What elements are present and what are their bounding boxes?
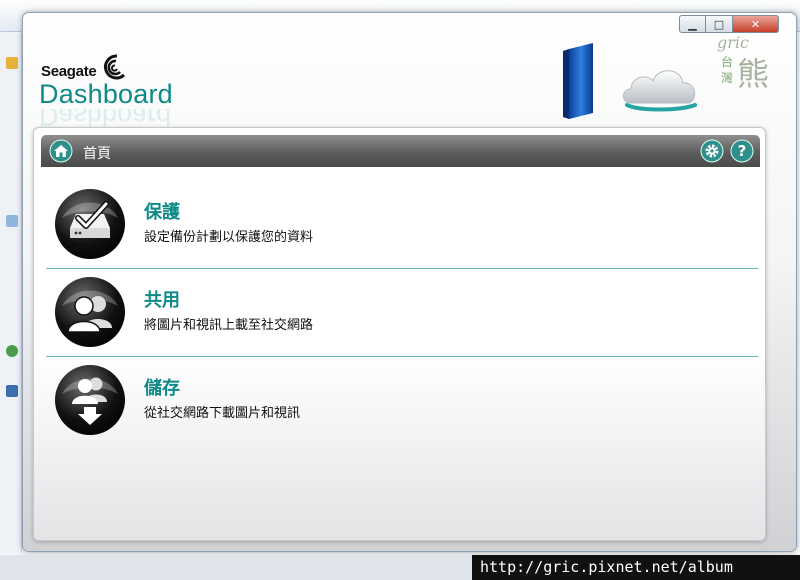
save-title[interactable]: 儲存 <box>144 374 180 400</box>
protect-title[interactable]: 保護 <box>144 198 180 224</box>
watermark-char-1: 台 <box>721 55 734 69</box>
panel-titlebar: 首頁 ? <box>41 135 760 167</box>
product-name: Dashboard <box>39 79 173 109</box>
minimize-button[interactable]: ▁ <box>679 15 706 33</box>
svg-text:?: ? <box>738 142 747 160</box>
save-description: 從社交網路下載圖片和視訊 <box>144 406 301 421</box>
share-title[interactable]: 共用 <box>144 286 180 312</box>
save-icon <box>55 365 125 435</box>
brand-name: Seagate <box>41 63 97 80</box>
background-nav-pane <box>0 33 22 553</box>
watermark-url: http://gric.pixnet.net/album <box>480 558 733 576</box>
watermark-char-3: 熊 <box>737 55 770 93</box>
folder-icon <box>6 215 18 227</box>
watermark-url-bar: http://gric.pixnet.net/album <box>472 555 800 580</box>
computer-icon <box>6 385 18 397</box>
help-icon[interactable]: ? <box>730 139 754 163</box>
share-description: 將圖片和視訊上載至社交網路 <box>144 318 314 333</box>
home-panel: 首頁 ? 保護 設定備份計劃以保護您的資料 共用 將圖片和視訊上載至社交網路 儲… <box>33 127 766 541</box>
network-icon <box>6 345 18 357</box>
watermark-char-2: 灣 <box>721 71 734 85</box>
share-icon <box>55 277 125 347</box>
cloud-icon <box>623 70 697 112</box>
save-item[interactable]: 儲存 從社交網路下載圖片和視訊 <box>42 354 760 438</box>
dashboard-window: ▁ □ ✕ Seagate Dashboard Dashboard gric 台… <box>22 12 797 552</box>
gear-icon[interactable] <box>700 139 724 163</box>
home-icon[interactable] <box>49 139 73 163</box>
panel-title: 首頁 <box>83 146 111 162</box>
watermark-logo: gric 台 灣 熊 <box>713 31 783 93</box>
seagate-logo-icon <box>104 54 126 80</box>
protect-description: 設定備份計劃以保護您的資料 <box>144 230 314 245</box>
star-icon <box>6 57 18 69</box>
protect-item[interactable]: 保護 設定備份計劃以保護您的資料 <box>42 178 760 262</box>
share-item[interactable]: 共用 將圖片和視訊上載至社交網路 <box>42 266 760 350</box>
backup-icon <box>55 189 125 259</box>
hard-drive-icon <box>563 43 593 119</box>
taskbar-strip <box>0 555 472 580</box>
